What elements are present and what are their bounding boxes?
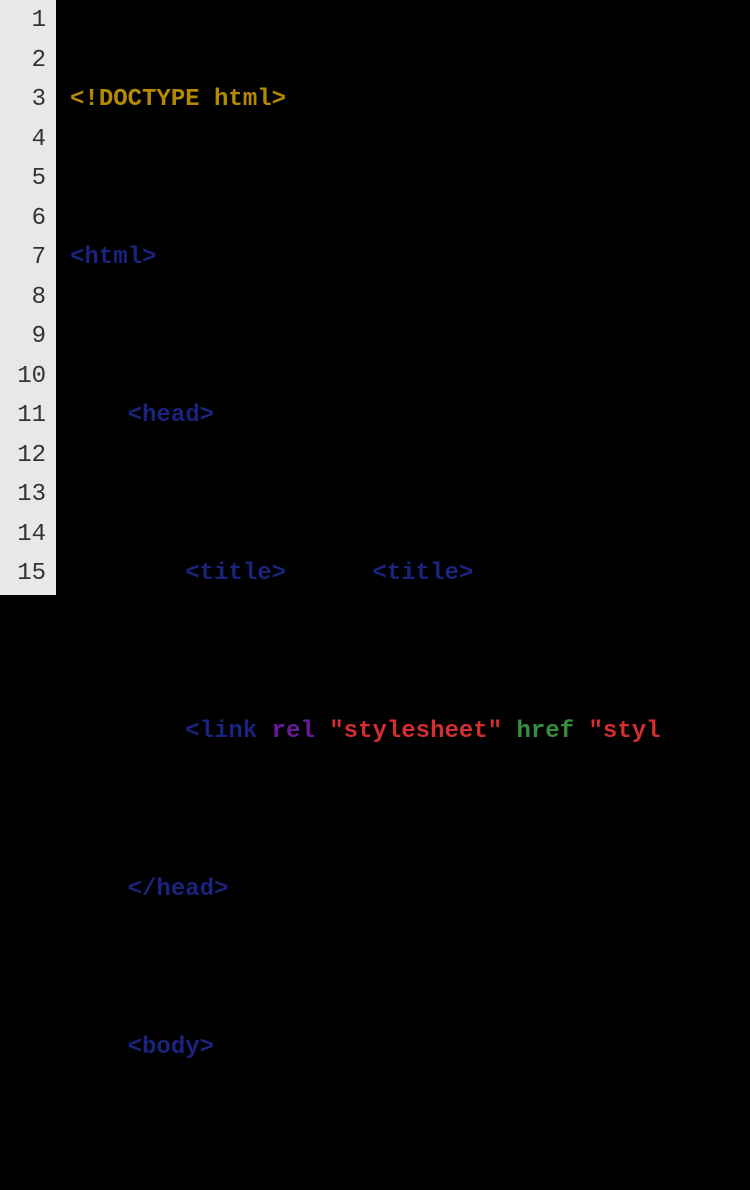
- code-line: <link rel "stylesheet" href "styl: [70, 712, 750, 752]
- code-editor-area[interactable]: <!DOCTYPE html> <html> <head> <title> <t…: [56, 0, 750, 595]
- line-number: 2: [6, 41, 46, 81]
- space: [502, 718, 516, 745]
- tag-bracket: <: [128, 1034, 142, 1061]
- code-line: <title> <title>: [70, 554, 750, 594]
- indent: [70, 560, 185, 587]
- tag-bracket: <: [372, 560, 386, 587]
- doctype-bracket: >: [272, 86, 286, 113]
- tag-name: title: [200, 560, 272, 587]
- attr-name: href: [517, 718, 575, 745]
- tag-name: head: [156, 876, 214, 903]
- tag-bracket: <: [128, 402, 142, 429]
- line-number: 4: [6, 120, 46, 160]
- tag-bracket: <: [70, 244, 84, 271]
- space: [574, 718, 588, 745]
- code-line: <!DOCTYPE html>: [70, 80, 750, 120]
- line-number: 6: [6, 199, 46, 239]
- indent: [70, 718, 185, 745]
- indent: [70, 876, 128, 903]
- tag-bracket: >: [272, 560, 286, 587]
- line-number-gutter: 1 2 3 4 5 6 7 8 9 10 11 12 13 14 15: [0, 0, 56, 595]
- tag-bracket: >: [142, 244, 156, 271]
- line-number: 8: [6, 278, 46, 318]
- doctype-bracket: <!: [70, 86, 99, 113]
- attr-value: "styl: [589, 718, 661, 745]
- tag-bracket: </: [128, 876, 157, 903]
- line-number: 9: [6, 317, 46, 357]
- line-number: 7: [6, 238, 46, 278]
- tag-bracket: >: [459, 560, 473, 587]
- code-line: </head>: [70, 870, 750, 910]
- line-number: 12: [6, 436, 46, 476]
- tag-bracket: <: [185, 560, 199, 587]
- gap: [286, 560, 372, 587]
- tag-name: body: [142, 1034, 200, 1061]
- line-number: 13: [6, 475, 46, 515]
- attr-value: "stylesheet": [329, 718, 502, 745]
- line-number: 1: [6, 1, 46, 41]
- indent: [70, 1034, 128, 1061]
- tag-bracket: <: [185, 718, 199, 745]
- space: [257, 718, 271, 745]
- tag-name: head: [142, 402, 200, 429]
- code-line: <h1>: [70, 1186, 750, 1190]
- line-number: 15: [6, 554, 46, 594]
- doctype-name: DOCTYPE html: [99, 86, 272, 113]
- line-number: 10: [6, 357, 46, 397]
- tag-bracket: >: [200, 1034, 214, 1061]
- line-number: 3: [6, 80, 46, 120]
- tag-name: html: [84, 244, 142, 271]
- tag-name: link: [200, 718, 258, 745]
- tag-bracket: >: [214, 876, 228, 903]
- tag-name: title: [387, 560, 459, 587]
- line-number: 11: [6, 396, 46, 436]
- code-line: <html>: [70, 238, 750, 278]
- code-line: <head>: [70, 396, 750, 436]
- code-line: <body>: [70, 1028, 750, 1068]
- line-number: 5: [6, 159, 46, 199]
- attr-name: rel: [272, 718, 315, 745]
- space: [315, 718, 329, 745]
- line-number: 14: [6, 515, 46, 555]
- indent: [70, 402, 128, 429]
- tag-bracket: >: [200, 402, 214, 429]
